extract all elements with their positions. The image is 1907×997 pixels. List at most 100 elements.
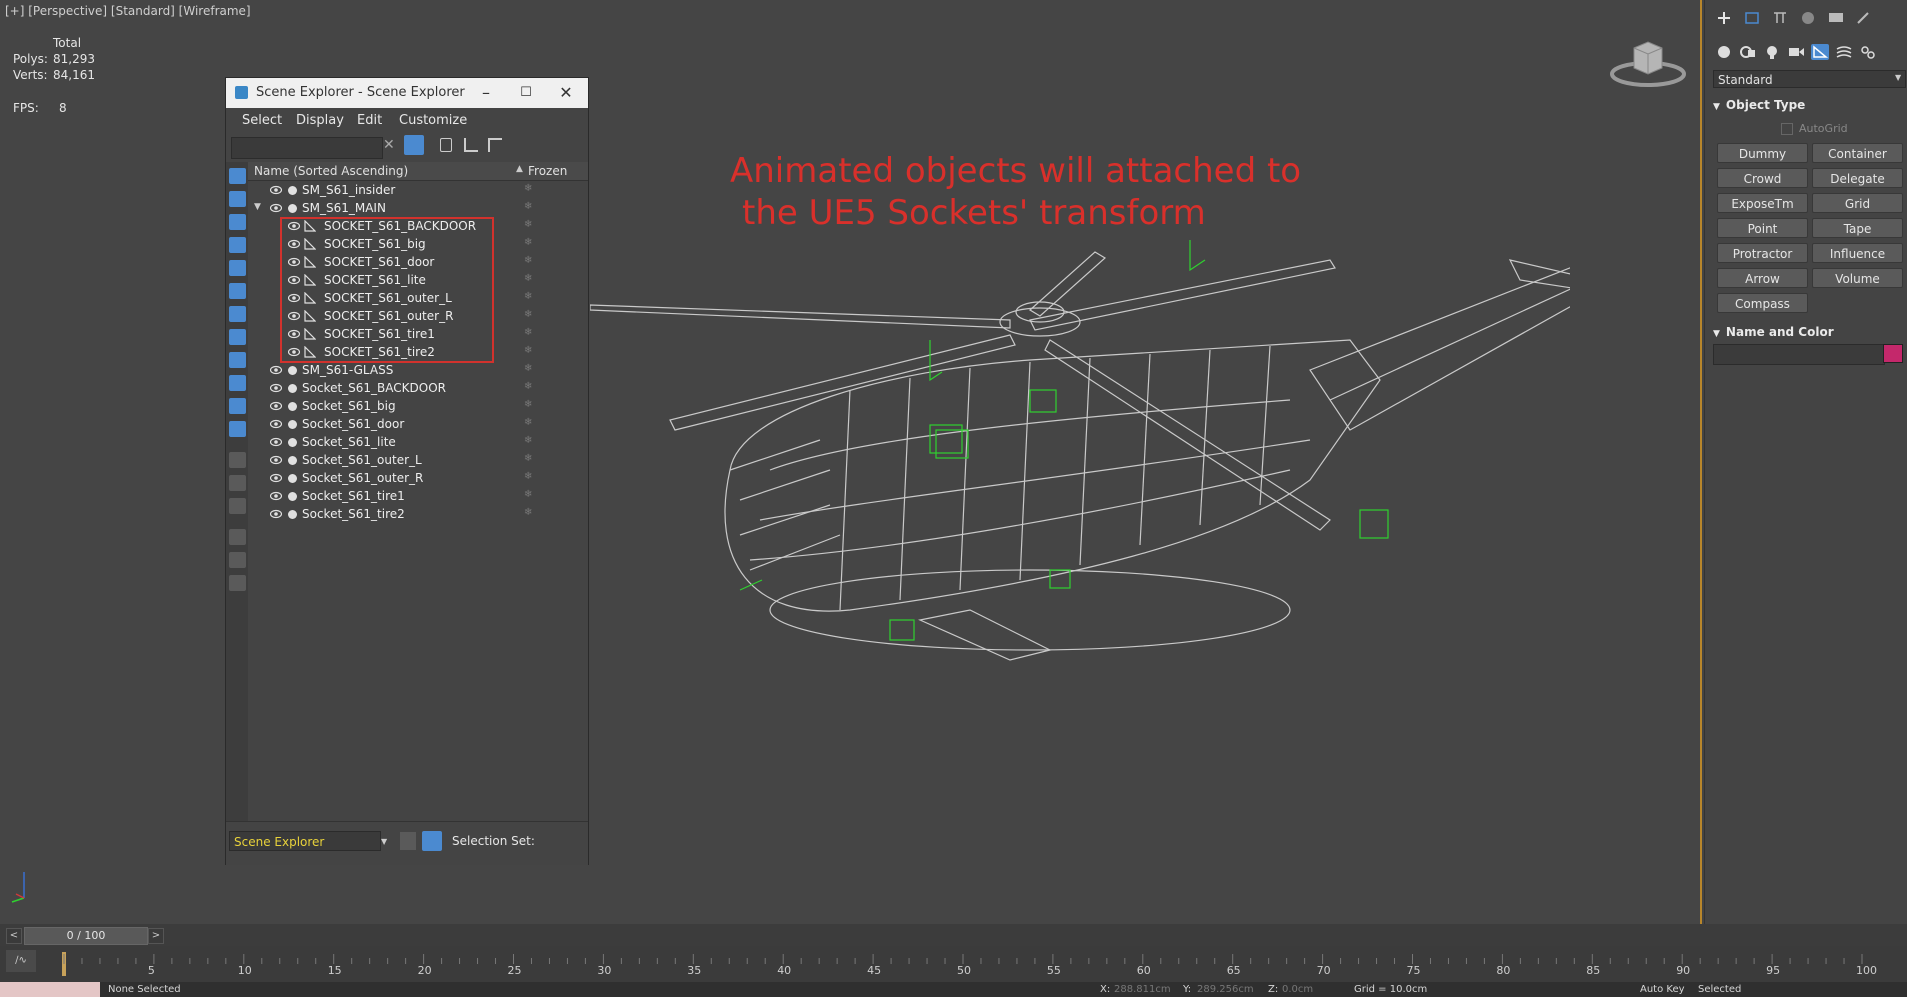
auto-key-button[interactable]: Auto Key [1640, 984, 1685, 995]
scene-object-name[interactable]: Socket_S61_big [302, 399, 396, 413]
shapes-icon[interactable] [1739, 44, 1757, 60]
frozen-toggle-icon[interactable]: ❄ [524, 346, 534, 356]
menu-display[interactable]: Display [296, 113, 344, 128]
rollout-collapse-icon[interactable]: ▼ [1713, 102, 1720, 112]
compass-button[interactable]: Compass [1717, 293, 1808, 313]
frozen-toggle-icon[interactable]: ❄ [524, 472, 534, 482]
scene-object-name[interactable]: Socket_S61_tire1 [302, 489, 405, 503]
filter-bucket-icon[interactable] [229, 575, 246, 591]
scene-object-name[interactable]: Socket_S61_door [302, 417, 404, 431]
filter-hidden-icon[interactable] [229, 421, 246, 437]
x-coord-field[interactable]: 288.811cm [1114, 984, 1171, 995]
scene-object-name[interactable]: Socket_S61_lite [302, 435, 396, 449]
delegate-button[interactable]: Delegate [1812, 168, 1903, 188]
clear-search-icon[interactable]: ✕ [383, 137, 395, 153]
trackbar[interactable]: ∕∿ 5 10 15 20 25 30 35 40 45 50 55 60 65 70 75 80 85 90 95… [0, 946, 1907, 982]
scene-object-row[interactable]: Socket_S61_outer_L ❄ [248, 451, 588, 469]
scene-object-name[interactable]: Socket_S61_BACKDOOR [302, 381, 446, 395]
scene-object-row[interactable]: Socket_S61_tire1 ❄ [248, 487, 588, 505]
next-frame-icon[interactable]: > [148, 928, 164, 944]
search-input[interactable] [231, 137, 383, 159]
hierarchy-mode-icon[interactable] [422, 831, 442, 851]
cameras-icon[interactable] [1787, 44, 1805, 60]
scene-object-row[interactable]: Socket_S61_BACKDOOR ❄ [248, 379, 588, 397]
category-dropdown[interactable]: Standard [1713, 70, 1906, 88]
layers-icon[interactable] [400, 832, 416, 850]
filter-bones-icon[interactable] [229, 352, 246, 368]
point-button[interactable]: Point [1717, 218, 1808, 238]
create-tab-icon[interactable] [1715, 10, 1733, 26]
frozen-toggle-icon[interactable]: ❄ [524, 436, 534, 446]
frozen-toggle-icon[interactable]: ❄ [524, 382, 534, 392]
scene-object-row[interactable]: Socket_S61_big ❄ [248, 397, 588, 415]
scene-object-row[interactable]: ▼ SM_S61_MAIN ❄ [248, 199, 588, 217]
display-all-icon[interactable] [229, 452, 246, 468]
visibility-eye-icon[interactable] [269, 184, 283, 195]
scene-object-name[interactable]: Socket_S61_tire2 [302, 507, 405, 521]
scene-object-row[interactable]: Socket_S61_tire2 ❄ [248, 505, 588, 523]
viewcube[interactable] [1610, 34, 1686, 88]
frozen-toggle-icon[interactable]: ❄ [524, 490, 534, 500]
filter-containers-icon[interactable] [229, 375, 246, 391]
visibility-eye-icon[interactable] [269, 400, 283, 411]
influence-button[interactable]: Influence [1812, 243, 1903, 263]
previous-frame-icon[interactable]: < [6, 928, 22, 944]
modify-tab-icon[interactable] [1743, 10, 1761, 26]
explorer-type-dropdown[interactable]: Scene Explorer [229, 831, 381, 851]
menu-edit[interactable]: Edit [357, 113, 382, 128]
scene-object-name[interactable]: SM_S61_MAIN [302, 201, 386, 215]
visibility-eye-icon[interactable] [269, 508, 283, 519]
expand-toggle-icon[interactable]: ▼ [254, 202, 261, 212]
visibility-eye-icon[interactable] [269, 418, 283, 429]
frozen-toggle-icon[interactable]: ❄ [524, 310, 534, 320]
filter-helpers-icon[interactable] [229, 260, 246, 276]
autogrid-checkbox[interactable]: AutoGrid [1781, 122, 1848, 135]
layer-hierarchy-icon[interactable] [488, 138, 502, 152]
frozen-toggle-icon[interactable]: ❄ [524, 220, 534, 230]
crowd-button[interactable]: Crowd [1717, 168, 1808, 188]
scene-object-name[interactable]: SM_S61-GLASS [302, 363, 393, 377]
visibility-eye-icon[interactable] [269, 490, 283, 501]
name-and-color-rollout-title[interactable]: ▼ Name and Color [1713, 325, 1834, 339]
lights-icon[interactable] [1763, 44, 1781, 60]
viewport-label[interactable]: [+] [Perspective] [Standard] [Wireframe] [5, 4, 251, 18]
object-color-swatch[interactable] [1883, 344, 1903, 363]
grid-button[interactable]: Grid [1812, 193, 1903, 213]
scene-object-name[interactable]: SM_S61_insider [302, 183, 395, 197]
time-slider-thumb[interactable]: 0 / 100 [24, 927, 148, 945]
helpers-icon[interactable] [1811, 44, 1829, 60]
display-invert-icon[interactable] [229, 498, 246, 514]
scene-explorer-window[interactable]: Scene Explorer - Scene Explorer – ☐ ✕ Se… [225, 77, 589, 865]
volume-button[interactable]: Volume [1812, 268, 1903, 288]
filter-funnel-icon[interactable] [229, 529, 246, 545]
dummy-button[interactable]: Dummy [1717, 143, 1808, 163]
sort-ascending-icon[interactable]: ▲ [516, 164, 523, 174]
hierarchy-icon[interactable] [464, 138, 478, 152]
container-button[interactable]: Container [1812, 143, 1903, 163]
maxscript-listener-mini[interactable] [0, 982, 100, 997]
object-name-field[interactable] [1713, 344, 1885, 365]
scene-object-row[interactable]: SM_S61-GLASS ❄ [248, 361, 588, 379]
frozen-toggle-icon[interactable]: ❄ [524, 418, 534, 428]
maximize-icon[interactable]: ☐ [506, 81, 546, 105]
column-frozen-header[interactable]: Frozen [528, 164, 567, 178]
visibility-eye-icon[interactable] [269, 364, 283, 375]
filter-lights-icon[interactable] [229, 214, 246, 230]
filter-funnel-alt-icon[interactable] [229, 552, 246, 568]
y-coord-field[interactable]: 289.256cm [1197, 984, 1254, 995]
filter-frozen-icon[interactable] [229, 398, 246, 414]
tape-button[interactable]: Tape [1812, 218, 1903, 238]
arrow-button[interactable]: Arrow [1717, 268, 1808, 288]
frozen-toggle-icon[interactable]: ❄ [524, 292, 534, 302]
column-header[interactable]: Name (Sorted Ascending) ▲ Frozen [248, 162, 588, 181]
filter-geometry-icon[interactable] [229, 168, 246, 184]
filter-xrefs-icon[interactable] [229, 329, 246, 345]
frozen-toggle-icon[interactable]: ❄ [524, 454, 534, 464]
hierarchy-tab-icon[interactable] [1771, 10, 1789, 26]
filter-shapes-icon[interactable] [229, 191, 246, 207]
scene-object-row[interactable]: Socket_S61_lite ❄ [248, 433, 588, 451]
category-chevron-down-icon[interactable]: ▼ [1895, 73, 1901, 82]
frozen-toggle-icon[interactable]: ❄ [524, 202, 534, 212]
filter-spacewarps-icon[interactable] [229, 283, 246, 299]
frozen-toggle-icon[interactable]: ❄ [524, 508, 534, 518]
